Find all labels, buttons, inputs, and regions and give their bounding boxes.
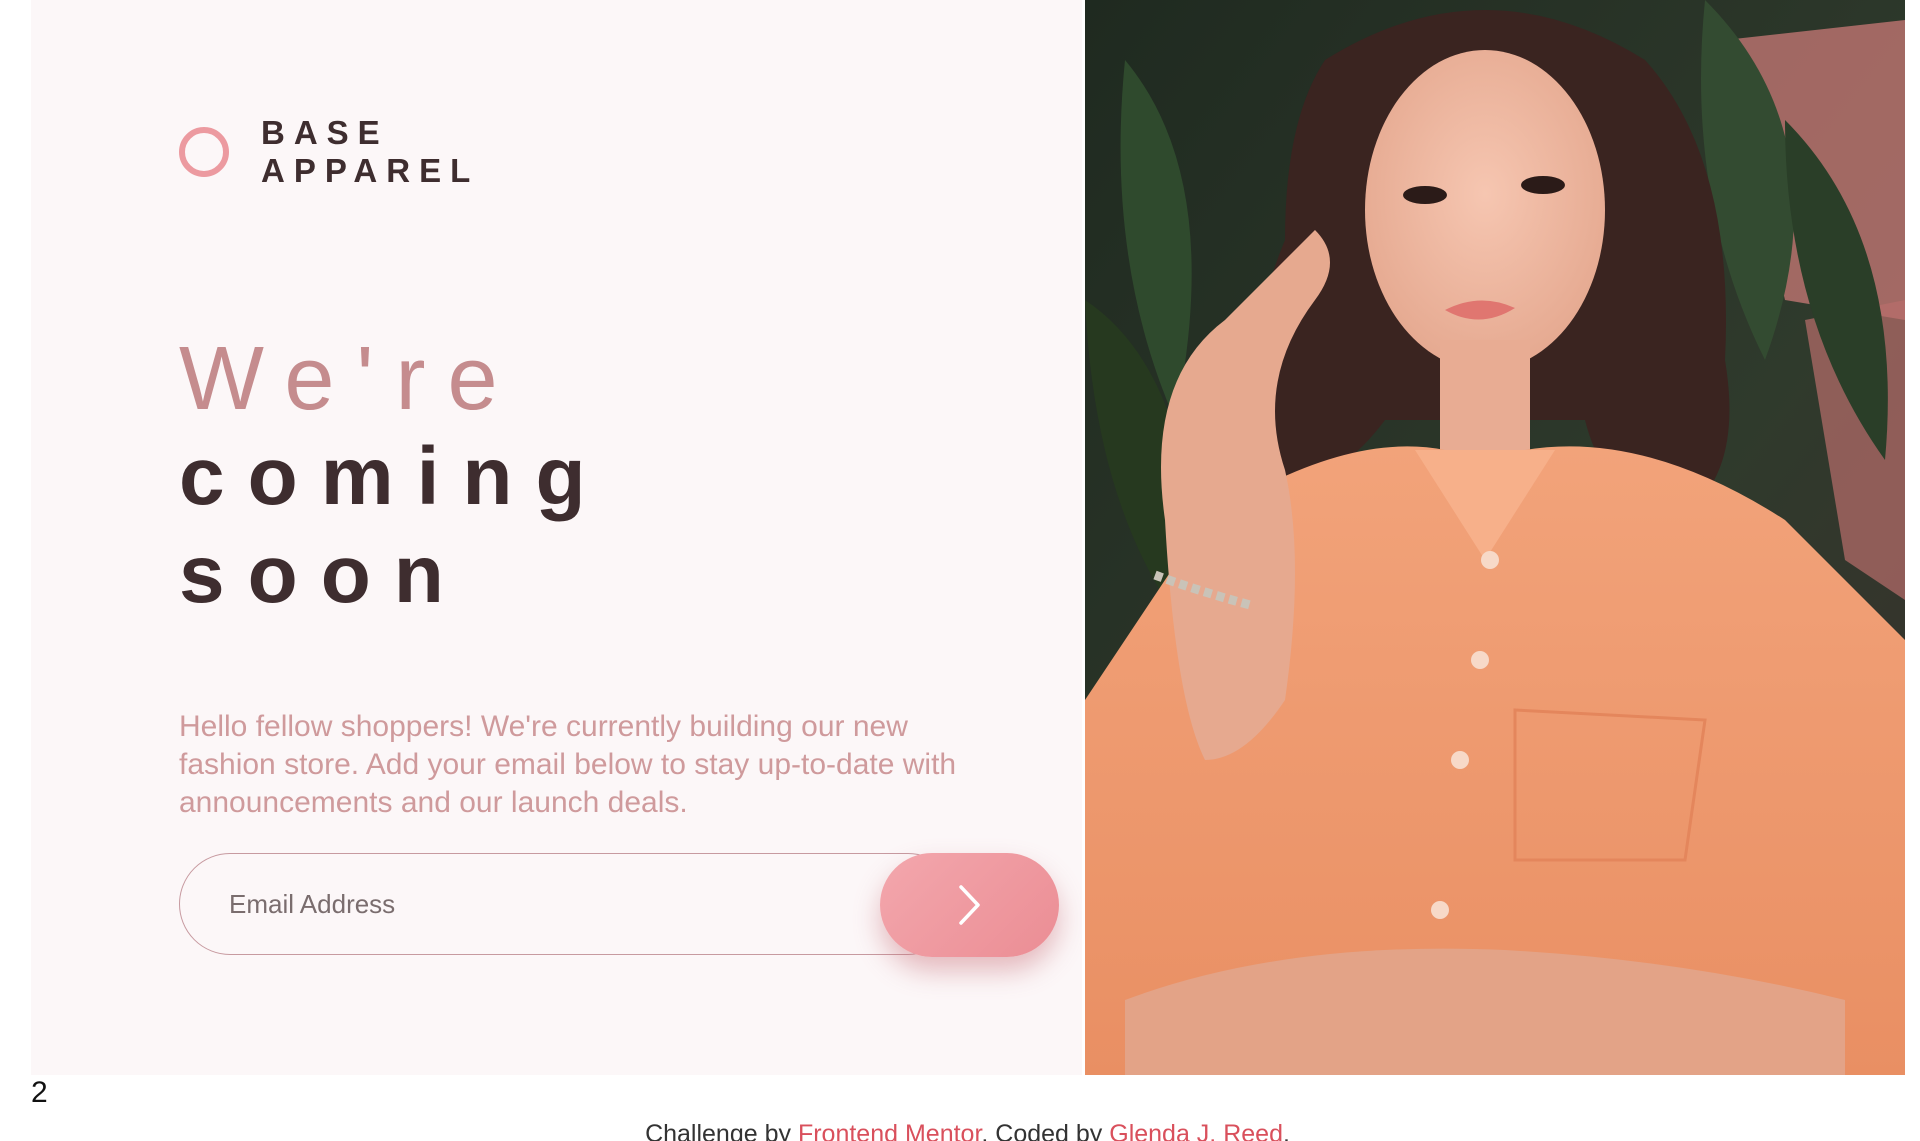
- page: BASE APPAREL We're coming soon Hello fel…: [0, 0, 1920, 1141]
- left-panel: BASE APPAREL We're coming soon Hello fel…: [31, 0, 1082, 1075]
- email-form: [179, 853, 1061, 957]
- logo-line-1: BASE: [261, 114, 389, 151]
- author-link[interactable]: Glenda J. Reed: [1109, 1120, 1283, 1141]
- attribution-suffix: .: [1282, 1120, 1290, 1141]
- headline-line-1: We're: [179, 329, 520, 429]
- logo-text: BASE APPAREL: [261, 114, 479, 190]
- attribution-middle: . Coded by: [981, 1120, 1110, 1141]
- chevron-right-icon: [958, 885, 980, 925]
- description: Hello fellow shoppers! We're currently b…: [179, 710, 957, 819]
- attribution-prefix: Challenge by: [645, 1120, 798, 1141]
- hero-model-photo: [1085, 0, 1905, 1075]
- logo[interactable]: BASE APPAREL: [179, 114, 479, 190]
- frontend-mentor-link[interactable]: Frontend Mentor: [798, 1120, 981, 1141]
- logo-ring-icon: [179, 127, 229, 177]
- hero-photo-illustration: [1085, 0, 1905, 1075]
- headline-line-2: coming: [179, 431, 609, 522]
- headline-line-3: soon: [179, 529, 467, 620]
- attribution: Challenge by Frontend Mentor. Coded by G…: [0, 1120, 1920, 1141]
- email-input[interactable]: [179, 853, 959, 955]
- page-number: 2: [31, 1076, 48, 1109]
- submit-button[interactable]: [880, 853, 1059, 957]
- headline: We're coming soon: [179, 330, 609, 624]
- logo-line-2: APPAREL: [261, 152, 480, 189]
